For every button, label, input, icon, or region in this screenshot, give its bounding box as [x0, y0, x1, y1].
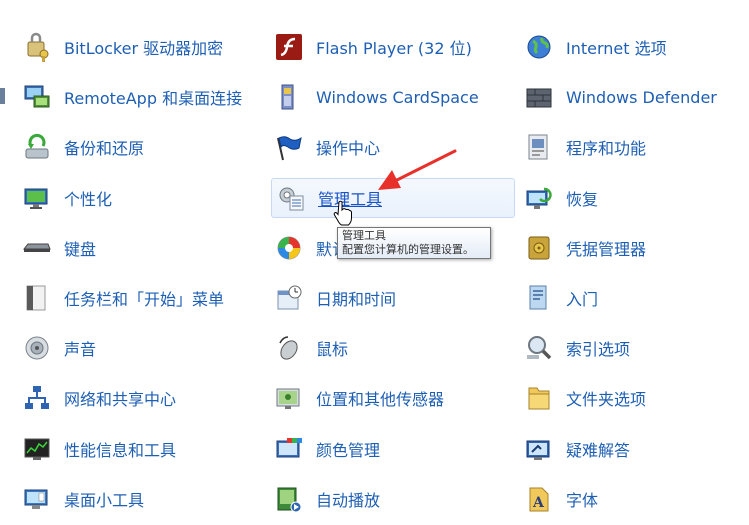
cp-item-label: 日期和时间: [316, 290, 397, 309]
cp-item-mouse[interactable]: 鼠标: [272, 328, 348, 368]
cp-item-gadgets[interactable]: 桌面小工具: [20, 479, 144, 519]
cp-item-label: 备份和还原: [64, 139, 145, 158]
cp-item-credential-vault[interactable]: 凭据管理器: [522, 228, 646, 268]
cardspace-icon: [272, 80, 306, 114]
cp-item-label: 任务栏和「开始」菜单: [64, 290, 225, 309]
cp-item-speaker[interactable]: 声音: [20, 328, 96, 368]
cp-item-indexing-magnifier[interactable]: 索引选项: [522, 328, 630, 368]
taskbar-icon: [20, 281, 54, 315]
cut-off-icon: [0, 86, 6, 106]
cp-item-label: 操作中心: [316, 139, 381, 158]
cp-item-date-time[interactable]: 日期和时间: [272, 278, 396, 318]
svg-text:A: A: [532, 495, 545, 511]
cp-item-label: Flash Player (32 位): [316, 39, 472, 58]
cp-item-remoteapp[interactable]: RemoteApp 和桌面连接: [20, 77, 242, 117]
cp-item-label: 恢复: [566, 190, 599, 209]
cp-item-network[interactable]: 网络和共享中心: [20, 378, 176, 418]
admin-tools-icon: [274, 181, 308, 215]
performance-icon: [20, 432, 54, 466]
personalization-icon: [20, 181, 54, 215]
credential-vault-icon: [522, 231, 556, 265]
cp-item-label: 个性化: [64, 190, 113, 209]
internet-globe-icon: [522, 30, 556, 64]
cp-item-label: 自动播放: [316, 491, 381, 510]
cp-item-label: 桌面小工具: [64, 491, 145, 510]
backup-restore-icon: [20, 130, 54, 164]
indexing-magnifier-icon: [522, 331, 556, 365]
remoteapp-icon: [20, 80, 54, 114]
cp-item-personalization[interactable]: 个性化: [20, 178, 112, 218]
cp-item-label: 颜色管理: [316, 441, 381, 460]
troubleshoot-icon: [522, 432, 556, 466]
cp-item-label: 索引选项: [566, 340, 631, 359]
default-programs-icon: [272, 231, 306, 265]
tooltip-description: 配置您计算机的管理设置。: [342, 243, 474, 256]
cp-item-location-sensor[interactable]: 位置和其他传感器: [272, 378, 444, 418]
location-sensor-icon: [272, 381, 306, 415]
cp-item-label: 性能信息和工具: [64, 441, 177, 460]
flash-icon: [272, 30, 306, 64]
cp-item-label: RemoteApp 和桌面连接: [64, 89, 243, 108]
cp-item-keyboard[interactable]: 键盘: [20, 228, 96, 268]
cp-item-label: Windows CardSpace: [316, 87, 479, 107]
mouse-icon: [272, 331, 306, 365]
cp-item-cardspace[interactable]: Windows CardSpace: [272, 77, 479, 117]
cp-item-label: 声音: [64, 340, 97, 359]
tooltip-title: 管理工具: [342, 229, 386, 242]
tooltip: 管理工具 配置您计算机的管理设置。: [337, 227, 491, 259]
cp-item-troubleshoot[interactable]: 疑难解答: [522, 429, 630, 469]
cp-item-label: 鼠标: [316, 340, 349, 359]
folder-options-icon: [522, 381, 556, 415]
cp-item-label: 字体: [566, 491, 599, 510]
cp-item-label: 疑难解答: [566, 441, 631, 460]
fonts-icon: A: [522, 482, 556, 516]
cp-item-flash[interactable]: Flash Player (32 位): [272, 27, 472, 67]
cp-item-label: Internet 选项: [566, 39, 667, 58]
cp-item-getting-started[interactable]: 入门: [522, 278, 598, 318]
cp-item-label: Windows Defender: [566, 87, 717, 107]
cp-item-label: 入门: [566, 290, 599, 309]
cp-item-folder-options[interactable]: 文件夹选项: [522, 378, 646, 418]
hand-cursor-icon: [333, 200, 353, 230]
cp-item-performance[interactable]: 性能信息和工具: [20, 429, 176, 469]
cp-item-label: 位置和其他传感器: [316, 390, 445, 409]
keyboard-icon: [20, 231, 54, 265]
gadgets-icon: [20, 482, 54, 516]
cp-item-label: 网络和共享中心: [64, 390, 177, 409]
cp-item-bitlocker-key[interactable]: BitLocker 驱动器加密: [20, 27, 223, 67]
cp-item-color-management[interactable]: 颜色管理: [272, 429, 380, 469]
programs-icon: [522, 130, 556, 164]
cp-item-admin-tools[interactable]: 管理工具: [271, 178, 515, 218]
cp-item-internet-globe[interactable]: Internet 选项: [522, 27, 667, 67]
bitlocker-key-icon: [20, 30, 54, 64]
recovery-icon: [522, 181, 556, 215]
date-time-icon: [272, 281, 306, 315]
action-center-flag-icon: [272, 130, 306, 164]
cp-item-programs[interactable]: 程序和功能: [522, 127, 646, 167]
cp-item-defender-wall[interactable]: Windows Defender: [522, 77, 717, 117]
cp-item-label: BitLocker 驱动器加密: [64, 39, 224, 58]
cp-item-taskbar[interactable]: 任务栏和「开始」菜单: [20, 278, 224, 318]
autoplay-icon: [272, 482, 306, 516]
cp-item-backup-restore[interactable]: 备份和还原: [20, 127, 144, 167]
cp-item-action-center-flag[interactable]: 操作中心: [272, 127, 380, 167]
getting-started-icon: [522, 281, 556, 315]
cp-item-label: 文件夹选项: [566, 390, 647, 409]
cp-item-fonts[interactable]: A 字体: [522, 479, 598, 519]
defender-wall-icon: [522, 80, 556, 114]
cp-item-label: 凭据管理器: [566, 240, 647, 259]
speaker-icon: [20, 331, 54, 365]
network-icon: [20, 381, 54, 415]
cp-item-autoplay[interactable]: 自动播放: [272, 479, 380, 519]
cp-item-recovery[interactable]: 恢复: [522, 178, 598, 218]
cp-item-label: 程序和功能: [566, 139, 647, 158]
cp-item-label: 键盘: [64, 240, 97, 259]
color-management-icon: [272, 432, 306, 466]
